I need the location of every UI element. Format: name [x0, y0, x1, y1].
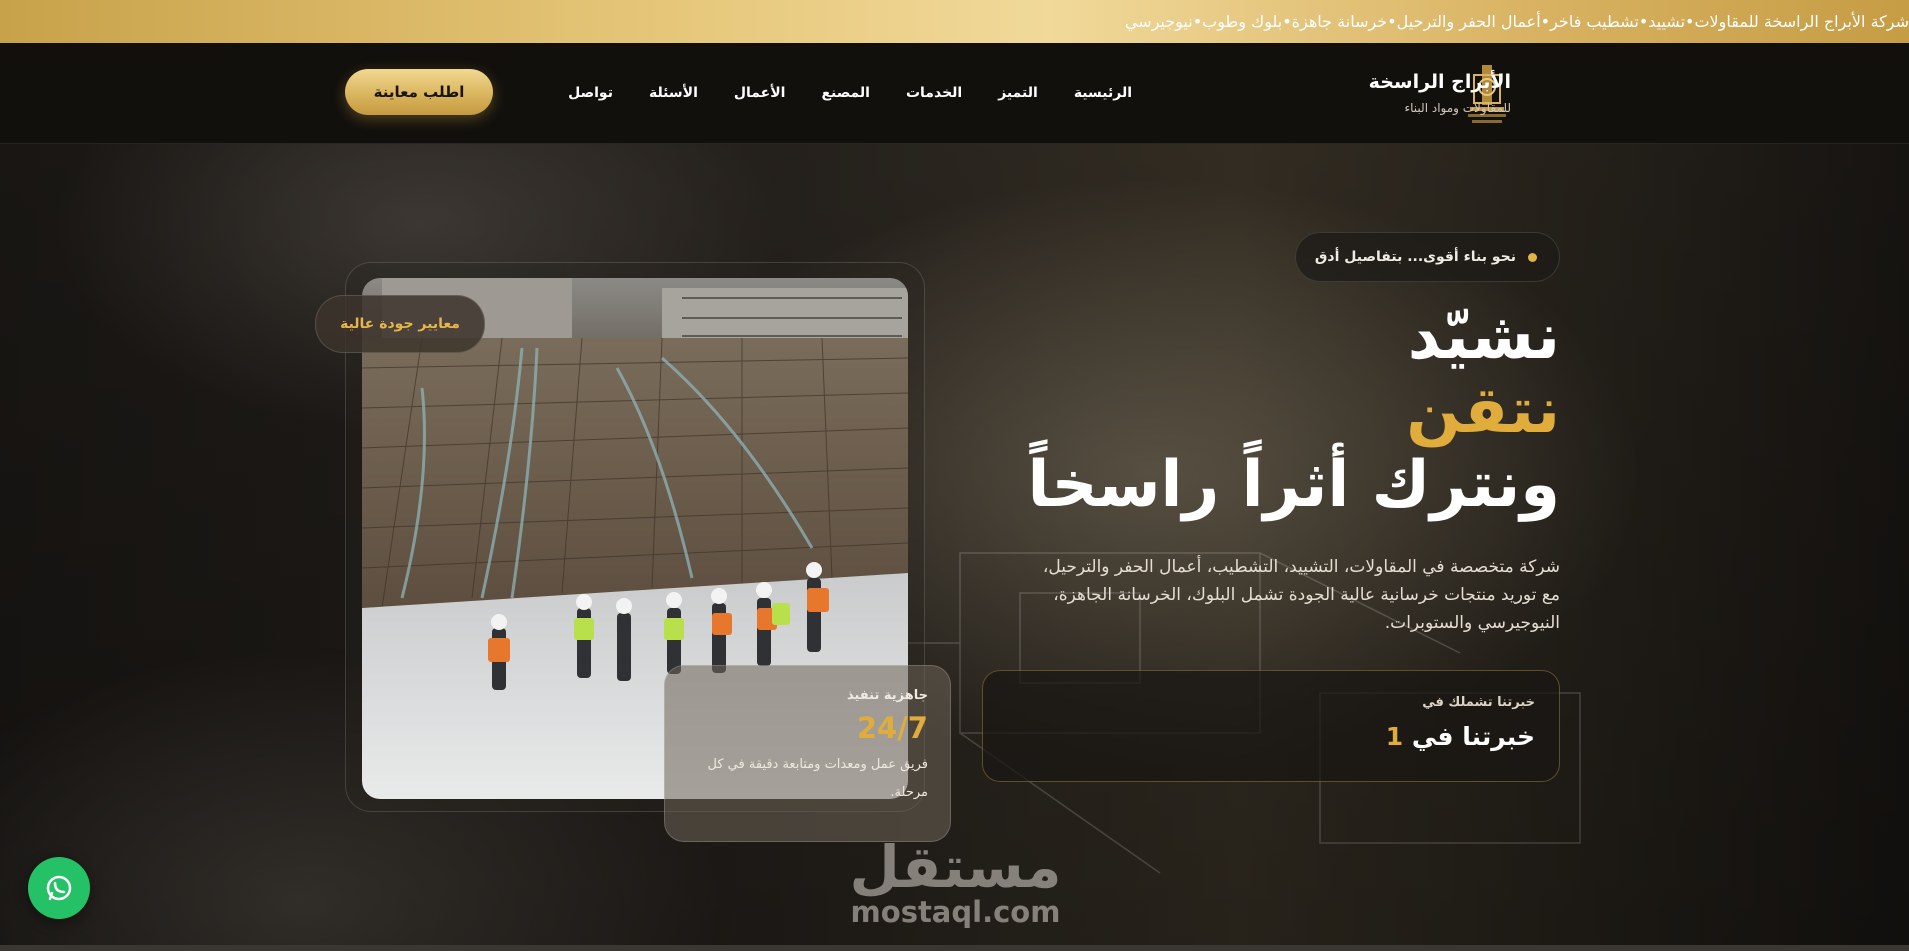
- ticker-item: بلوك وطوب: [1202, 12, 1283, 31]
- brand-subtitle: للمقاولات ومواد البناء: [1404, 101, 1512, 115]
- headline-line-1: نشيّد: [1407, 300, 1560, 374]
- nav-item-home[interactable]: الرئيسية: [1074, 85, 1132, 101]
- whatsapp-icon: [46, 875, 72, 901]
- headline-line-3: ونترك أثراً راسخاً: [1027, 448, 1560, 522]
- hero-description: شركة متخصصة في المقاولات، التشييد، التشط…: [1042, 557, 1560, 633]
- ticker-separator: •: [1387, 12, 1397, 31]
- experience-label: خبرتنا تشملك في: [1422, 695, 1535, 710]
- watermark-latin: mostaql.com: [850, 895, 1061, 929]
- badge-dot-icon: [1528, 252, 1537, 262]
- ticker-separator: •: [1638, 12, 1649, 31]
- ticker-item: تشطيب فاخر: [1550, 12, 1639, 31]
- readiness-text: فريق عمل ومعدات ومتابعة دقيقة في كل مرحل…: [707, 757, 929, 800]
- ticker-item: خرسانة جاهزة: [1291, 12, 1388, 31]
- hero-badge: نحو بناء أقوى... بتفاصيل أدق: [1295, 232, 1560, 282]
- experience-card: خبرتنا تشملك في خبرتنا في 1: [982, 670, 1560, 782]
- ticker-separator: •: [1685, 12, 1695, 31]
- whatsapp-button[interactable]: [28, 857, 90, 919]
- site-header: الأبراج الراسخة للمقاولات ومواد البناء ا…: [0, 43, 1909, 144]
- ticker-track: شركة الأبراج الراسخة للمقاولات • تشييد •…: [1125, 0, 1909, 43]
- nav-item-services[interactable]: الخدمات: [906, 85, 962, 101]
- ticker-item: تشييد: [1648, 12, 1686, 31]
- ticker-separator: •: [1540, 12, 1551, 31]
- watermark-arabic: مستقل: [849, 833, 1062, 901]
- hero-background: [0, 143, 1909, 951]
- bottom-frame-line: [0, 945, 1909, 951]
- hero-headline: نشيّد نتقن ونترك أثراً راسخاً: [1027, 300, 1560, 522]
- nav-item-excellence[interactable]: التميز: [998, 85, 1038, 101]
- experience-value-number: 1: [1385, 722, 1404, 751]
- readiness-value: 24/7: [856, 711, 928, 745]
- ticker-separator: •: [1282, 12, 1292, 31]
- headline-line-2: نتقن: [1406, 374, 1560, 448]
- nav-item-faq[interactable]: الأسئلة: [649, 85, 698, 101]
- quality-standards-chip: معايير جودة عالية: [315, 295, 485, 353]
- nav-item-factory[interactable]: المصنع: [821, 85, 870, 101]
- readiness-label: جاهزية تنفيذ: [846, 688, 928, 703]
- nav-item-projects[interactable]: الأعمال: [734, 85, 786, 101]
- request-inspection-button[interactable]: اطلب معاينة: [345, 69, 493, 115]
- ticker-item: نيوجيرسي: [1124, 12, 1193, 31]
- mostaql-watermark: مستقل mostaql.com: [838, 835, 1073, 929]
- brand-name: الأبراج الراسخة: [1368, 71, 1511, 93]
- readiness-card: جاهزية تنفيذ 24/7 فريق عمل ومعدات ومتابع…: [664, 665, 951, 842]
- experience-value-prefix: خبرتنا في: [1411, 722, 1535, 751]
- nav-item-contact[interactable]: تواصل: [568, 85, 613, 101]
- ticker-item: أعمال الحفر والترحيل: [1396, 12, 1541, 31]
- brand-block[interactable]: الأبراج الراسخة للمقاولات ومواد البناء: [1369, 71, 1511, 115]
- experience-value: خبرتنا في 1: [1007, 722, 1535, 751]
- main-nav: الرئيسية التميز الخدمات المصنع الأعمال ا…: [532, 85, 1132, 101]
- hero-badge-text: نحو بناء أقوى... بتفاصيل أدق: [1314, 249, 1516, 265]
- announcement-ticker: شركة الأبراج الراسخة للمقاولات • تشييد •…: [0, 0, 1909, 43]
- ticker-separator: •: [1192, 12, 1203, 31]
- ticker-item: شركة الأبراج الراسخة للمقاولات: [1694, 12, 1909, 31]
